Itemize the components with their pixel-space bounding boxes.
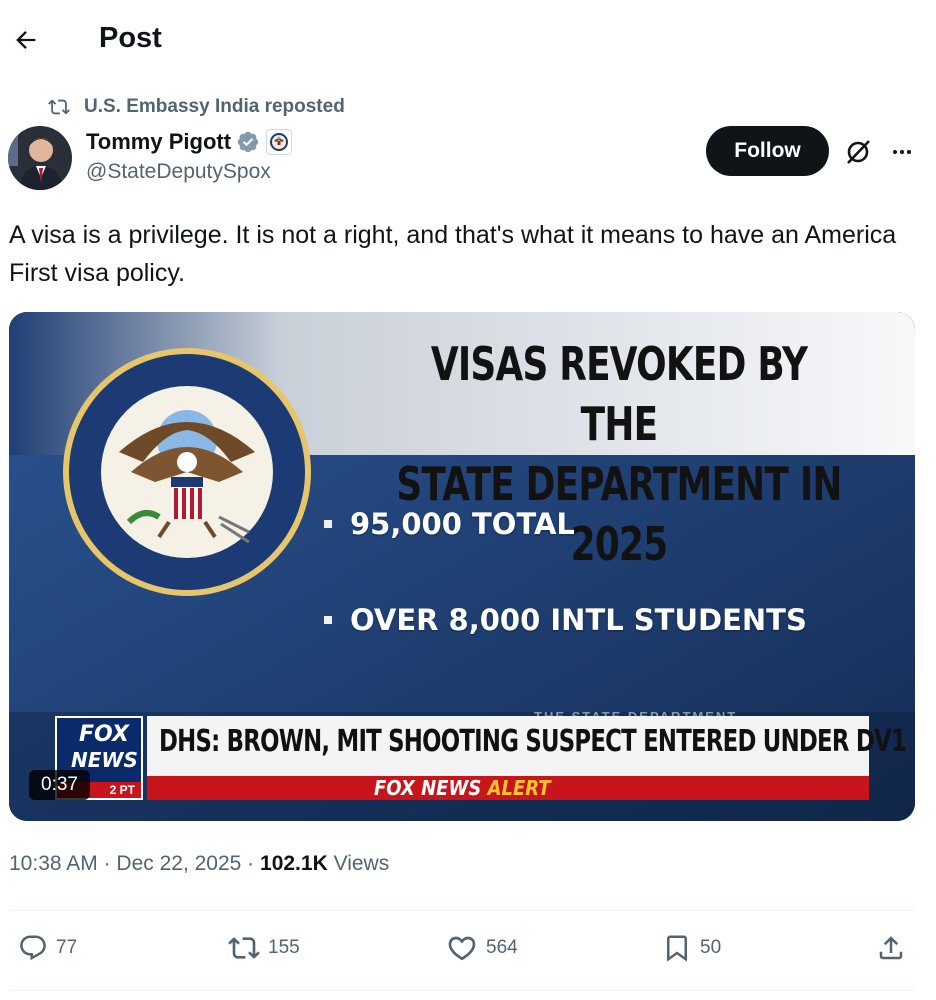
affiliation-seal-icon[interactable]	[266, 129, 293, 155]
reply-count: 77	[56, 937, 78, 958]
alert-suffix: ALERT	[487, 776, 551, 800]
reply-icon	[20, 935, 46, 961]
grok-button[interactable]	[838, 132, 878, 172]
video-duration: 0:37	[29, 770, 90, 800]
alert-prefix: FOX NEWS	[374, 776, 482, 800]
views-label: Views	[327, 852, 390, 875]
bullet-students-text: OVER 8,000 INTL STUDENTS	[350, 603, 807, 637]
page-header: Post	[0, 0, 936, 76]
arrow-left-icon	[16, 31, 36, 49]
fox-logo-line-2: NEWS	[71, 748, 138, 772]
verified-badge-icon[interactable]	[236, 130, 260, 154]
meta-separator: ·	[97, 852, 117, 875]
repost-icon	[48, 99, 70, 115]
share-button[interactable]	[876, 928, 906, 968]
fox-logo-line-1: FOX	[79, 722, 129, 747]
alert-text: FOX NEWS ALERT	[374, 776, 551, 800]
follow-button[interactable]: Follow	[706, 126, 829, 176]
more-horizontal-icon	[893, 150, 911, 154]
avatar-image	[8, 126, 72, 190]
post-date[interactable]: Dec 22, 2025	[116, 852, 241, 875]
views-count: 102.1K	[260, 852, 328, 875]
more-options-button[interactable]	[882, 132, 922, 172]
post-meta: 10:38 AM · Dec 22, 2025 · 102.1K Views	[9, 852, 389, 876]
reply-button[interactable]: 77	[18, 928, 77, 968]
like-button[interactable]: 564	[446, 928, 518, 968]
author-handle[interactable]: @StateDeputySpox	[86, 160, 271, 184]
repost-label: U.S. Embassy India reposted	[84, 96, 345, 117]
video-player[interactable]: VISAS REVOKED BY THE STATE DEPARTMENT IN…	[9, 312, 915, 821]
bullet-students: OVER 8,000 INTL STUDENTS	[324, 603, 807, 637]
meta-separator: ·	[241, 852, 261, 875]
author-name[interactable]: Tommy Pigott	[86, 129, 231, 155]
author-name-row[interactable]: Tommy Pigott	[86, 127, 293, 157]
divider	[9, 990, 915, 991]
state-department-seal	[63, 348, 311, 596]
bookmark-button[interactable]: 50	[662, 928, 721, 968]
heart-icon	[448, 936, 476, 961]
page-title: Post	[99, 22, 162, 54]
headline-line-1: VISAS REVOKED BY THE	[430, 337, 808, 451]
back-button[interactable]	[6, 20, 46, 60]
chyron-text: DHS: BROWN, MIT SHOOTING SUSPECT ENTERED…	[159, 724, 907, 759]
grok-icon	[847, 140, 870, 164]
post-time[interactable]: 10:38 AM	[9, 852, 98, 875]
post-text: A visa is a privilege. It is not a right…	[9, 221, 897, 287]
bookmark-count: 50	[700, 937, 722, 958]
divider	[9, 910, 915, 911]
share-icon	[879, 936, 903, 960]
repost-context[interactable]: U.S. Embassy India reposted	[48, 94, 345, 120]
bullet-total: 95,000 TOTAL	[324, 507, 575, 541]
like-count: 564	[486, 937, 518, 958]
bookmark-icon	[667, 935, 687, 962]
repost-count: 155	[268, 937, 300, 958]
repost-button[interactable]: 155	[228, 928, 300, 968]
bullet-total-text: 95,000 TOTAL	[350, 507, 575, 541]
action-bar: 77 155 564 50	[0, 928, 936, 968]
repost-icon	[228, 937, 260, 959]
avatar[interactable]	[8, 126, 72, 190]
